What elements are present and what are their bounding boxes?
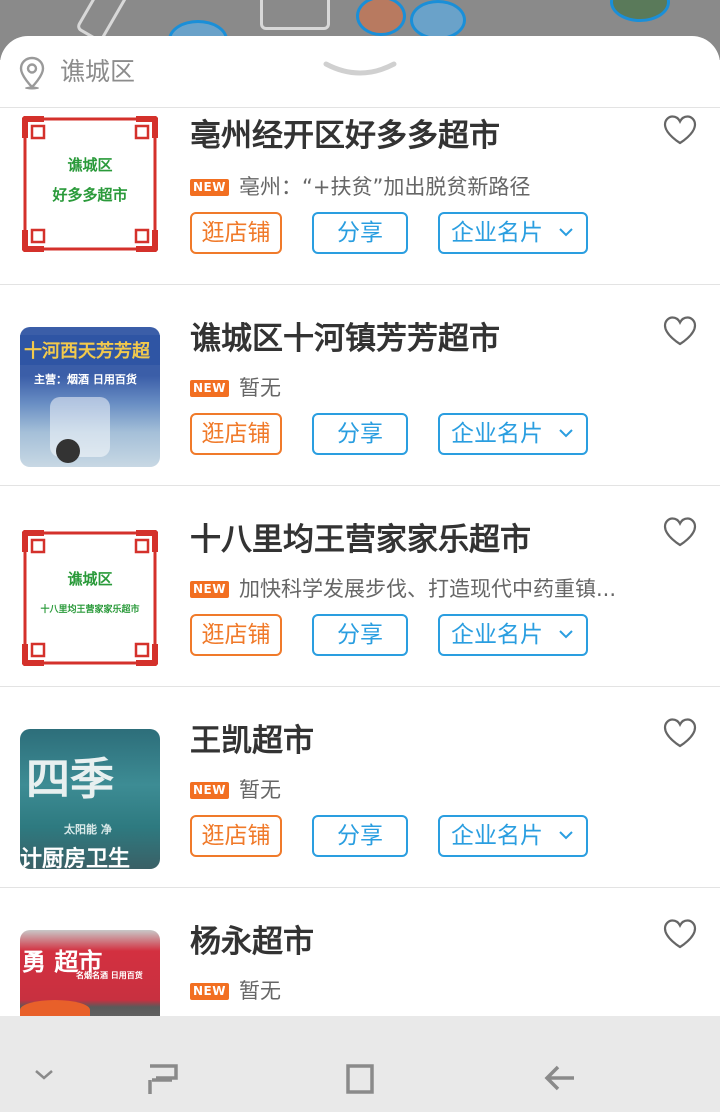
share-button[interactable]: 分享 [312, 815, 408, 857]
action-buttons: 逛店铺 分享 企业名片 [190, 815, 610, 857]
news-text: 暂无 [238, 979, 281, 1003]
business-card-button[interactable]: 企业名片 [438, 614, 588, 656]
collapse-chevron-icon[interactable] [322, 60, 398, 80]
thumbnail-text: 十河西天芳芳超 [24, 341, 150, 362]
business-card-button[interactable]: 企业名片 [438, 413, 588, 455]
sheet-header: 谯城区 [0, 36, 720, 108]
action-buttons: 逛店铺 分享 企业名片 [190, 614, 610, 656]
favorite-heart-icon[interactable] [662, 918, 698, 950]
store-title[interactable]: 谯城区十河镇芳芳超市 [190, 319, 500, 359]
thumbnail-text: 太阳能 净 [64, 823, 112, 836]
store-list-item[interactable]: 四季 太阳能 净 计厨房卫生 王凯超市 NEW 暂无 逛店铺 分享 企业名片 [0, 687, 720, 888]
favorite-heart-icon[interactable] [662, 114, 698, 146]
news-row[interactable]: NEW 亳州：“+扶贫”加出脱贫新路径 [190, 172, 630, 202]
favorite-heart-icon[interactable] [662, 315, 698, 347]
action-buttons: 逛店铺 分享 企业名片 [190, 212, 610, 254]
news-text: 暂无 [238, 376, 281, 400]
chevron-down-icon [559, 228, 573, 237]
store-thumbnail[interactable]: 谯城区 十八里均王营家家乐超市 [20, 528, 160, 668]
news-text: 亳州：“+扶贫”加出脱贫新路径 [238, 175, 531, 199]
thumbnail-text: 计厨房卫生 [20, 847, 131, 869]
visit-shop-button[interactable]: 逛店铺 [190, 212, 282, 254]
store-title[interactable]: 杨永超市 [190, 922, 314, 962]
business-card-button[interactable]: 企业名片 [438, 212, 588, 254]
business-card-label: 企业名片 [451, 622, 543, 648]
news-text: 加快科学发展步伐、打造现代中药重镇... [238, 577, 617, 601]
news-row[interactable]: NEW 暂无 [190, 775, 630, 805]
store-list-item[interactable]: 谯城区 十八里均王营家家乐超市 十八里均王营家家乐超市 NEW 加快科学发展步伐… [0, 486, 720, 687]
favorite-heart-icon[interactable] [662, 717, 698, 749]
action-buttons: 逛店铺 分享 企业名片 [190, 413, 610, 455]
thumbnail-text: 谯城区 [67, 156, 113, 174]
business-card-label: 企业名片 [451, 823, 543, 849]
business-card-label: 企业名片 [451, 421, 543, 447]
store-thumbnail[interactable]: 勇 超市 名烟名酒 日用百货 [20, 930, 160, 1016]
store-list: 谯城区 好多多超市 亳州经开区好多多超市 NEW 亳州：“+扶贫”加出脱贫新路径… [0, 108, 720, 1016]
share-button[interactable]: 分享 [312, 413, 408, 455]
visit-shop-button[interactable]: 逛店铺 [190, 413, 282, 455]
thumbnail-text: 谯城区 [67, 570, 113, 588]
back-arrow-icon[interactable] [542, 1062, 578, 1094]
news-row[interactable]: NEW 暂无 [190, 976, 630, 1006]
visit-shop-button[interactable]: 逛店铺 [190, 614, 282, 656]
store-thumbnail[interactable]: 谯城区 好多多超市 [20, 114, 160, 254]
favorite-heart-icon[interactable] [662, 516, 698, 548]
news-text: 暂无 [238, 778, 281, 802]
new-badge: NEW [190, 982, 229, 1000]
store-title[interactable]: 亳州经开区好多多超市 [190, 116, 500, 156]
business-card-label: 企业名片 [451, 220, 543, 246]
share-button[interactable]: 分享 [312, 212, 408, 254]
store-list-sheet: 谯城区 谯城区 好多多超市 亳州经开区好多多超市 NEW 亳州：“+扶贫”加出脱… [0, 36, 720, 1016]
chevron-down-icon [559, 831, 573, 840]
thumbnail-text: 好多多超市 [52, 186, 128, 204]
home-square-icon[interactable] [344, 1062, 376, 1096]
chevron-down-icon [559, 630, 573, 639]
news-row[interactable]: NEW 暂无 [190, 373, 630, 403]
thumbnail-text: 十八里均王营家家乐超市 [40, 605, 140, 615]
location-pin-icon [19, 56, 45, 90]
new-badge: NEW [190, 580, 229, 598]
share-button[interactable]: 分享 [312, 614, 408, 656]
new-badge: NEW [190, 781, 229, 799]
news-row[interactable]: NEW 加快科学发展步伐、打造现代中药重镇... [190, 574, 630, 604]
chevron-down-icon[interactable] [32, 1068, 56, 1082]
store-list-item[interactable]: 谯城区 好多多超市 亳州经开区好多多超市 NEW 亳州：“+扶贫”加出脱贫新路径… [0, 108, 720, 285]
store-thumbnail[interactable]: 十河西天芳芳超 主营：烟酒 日用百货 [20, 327, 160, 467]
store-thumbnail[interactable]: 四季 太阳能 净 计厨房卫生 [20, 729, 160, 869]
store-list-item[interactable]: 勇 超市 名烟名酒 日用百货 杨永超市 NEW 暂无 [0, 888, 720, 1016]
visit-shop-button[interactable]: 逛店铺 [190, 815, 282, 857]
recent-apps-icon[interactable] [146, 1062, 182, 1096]
business-card-button[interactable]: 企业名片 [438, 815, 588, 857]
new-badge: NEW [190, 379, 229, 397]
chevron-down-icon [559, 429, 573, 438]
store-title[interactable]: 十八里均王营家家乐超市 [190, 520, 531, 560]
thumbnail-text: 主营：烟酒 日用百货 [34, 373, 137, 386]
thumbnail-text: 四季 [26, 754, 114, 805]
system-navigation-bar [0, 1016, 720, 1112]
thumbnail-text: 名烟名酒 日用百货 [76, 971, 143, 980]
new-badge: NEW [190, 178, 229, 196]
store-title[interactable]: 王凯超市 [190, 721, 314, 761]
store-list-item[interactable]: 十河西天芳芳超 主营：烟酒 日用百货 谯城区十河镇芳芳超市 NEW 暂无 逛店铺… [0, 285, 720, 486]
location-label[interactable]: 谯城区 [60, 56, 135, 88]
